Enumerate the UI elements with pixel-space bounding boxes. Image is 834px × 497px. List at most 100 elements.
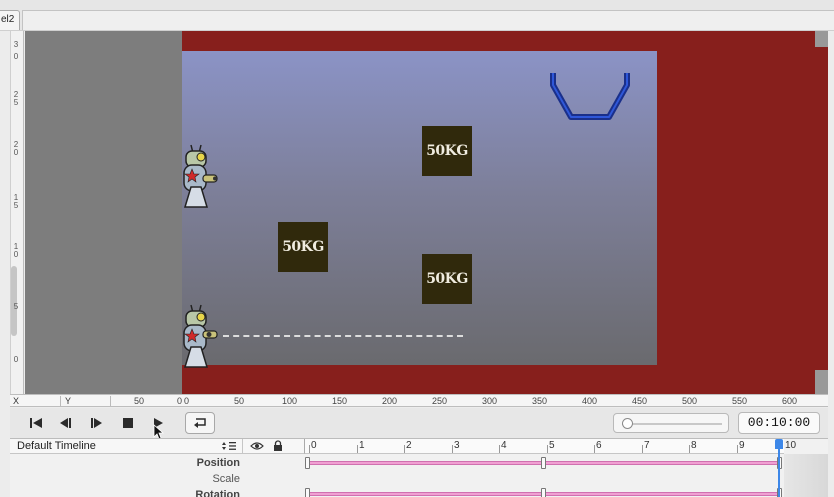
keyframe[interactable] [305,457,310,469]
loop-icon [194,418,206,428]
ruler-label: 3 [13,40,19,49]
document-tab[interactable]: el2 [0,10,20,30]
skip-to-start-icon [30,418,42,428]
app-window: el2 3 0 2 5 2 0 1 5 1 0 5 0 50KG 50KG 50… [0,0,834,497]
timeline-panel: Default Timeline Position Scale Rotation… [10,438,828,497]
timeline-name: Default Timeline [17,440,96,452]
timeline-tick-mark [689,445,690,453]
playhead-handle[interactable] [775,439,783,449]
step-forward-button[interactable] [83,412,109,434]
ruler-label: 0 [184,396,190,406]
step-back-icon [60,418,71,428]
stop-icon [123,418,133,428]
robot-sprite[interactable] [177,303,221,369]
tab-bar-filler [22,10,834,30]
timeline-tick: 1 [359,440,365,451]
laser-beam-path [223,335,463,337]
ruler-label: 0 [13,52,19,61]
timeline-tick-mark [309,445,310,453]
ruler-label: 1 [13,193,19,202]
robot-sprite[interactable] [177,143,221,209]
timeline-tick: 4 [501,440,507,451]
stop-button[interactable] [115,412,141,434]
x-coordinate-label: X [13,396,20,406]
loop-button[interactable] [185,412,215,434]
timeline-ruler[interactable]: 0 1 2 3 4 5 6 7 8 9 10 [304,439,796,454]
timeline-tick: 10 [785,440,797,451]
crate-sprite[interactable]: 50KG [422,126,472,176]
crate-sprite[interactable]: 50KG [422,254,472,304]
scene-canvas[interactable]: 50KG 50KG 50KG [25,31,828,394]
ruler-label: 0 [177,396,183,406]
ruler-label: 100 [282,396,298,406]
divider [60,396,61,406]
position-track[interactable] [304,456,784,470]
ruler-label: 5 [13,201,19,210]
vertical-scroll-thumb[interactable] [11,266,17,336]
ruler-label: 5 [13,302,19,311]
timeline-overflow-area [784,454,828,497]
eye-icon[interactable] [250,441,264,451]
ruler-label: 0 [13,250,19,259]
rotation-track[interactable] [304,487,784,497]
timeline-tick-mark [499,445,500,453]
timeline-tick: 8 [691,440,697,451]
playback-speed-slider[interactable] [613,413,729,433]
timeline-tick: 9 [739,440,745,451]
row-label-scale: Scale [212,473,240,485]
timeline-tick-mark [547,445,548,453]
lock-icon[interactable] [273,440,283,452]
keyframe[interactable] [305,488,310,497]
ruler-label: 50 [134,396,145,406]
basket-sprite[interactable] [549,71,631,121]
timeline-property-rows: Position Scale Rotation [10,454,304,497]
timeline-tick: 0 [311,440,317,451]
crate-sprite[interactable]: 50KG [278,222,328,272]
row-label-rotation: Rotation [195,489,240,497]
keyframe[interactable] [541,457,546,469]
timeline-tick-mark [404,445,405,453]
timeline-tick: 2 [406,440,412,451]
timeline-menu-icon [222,442,236,450]
timeline-tick-mark [642,445,643,453]
vertical-ruler: 3 0 2 5 2 0 1 5 1 0 5 0 [10,31,24,394]
ruler-label: 0 [13,355,19,364]
scroll-top-button[interactable] [815,31,828,47]
y-coordinate-label: Y [65,396,72,406]
slider-track [622,423,722,425]
skip-to-start-button[interactable] [23,412,49,434]
ruler-label: 50 [234,396,245,406]
ruler-label: 300 [482,396,498,406]
timeline-tick: 7 [644,440,650,451]
step-forward-icon [91,418,102,428]
ruler-label: 2 [13,90,19,99]
timeline-tick: 3 [454,440,460,451]
slider-knob[interactable] [622,418,633,429]
playback-controls: 00:10:00 [10,408,828,440]
timeline-tick-mark [357,445,358,453]
ruler-label: 150 [332,396,348,406]
ruler-label: 200 [382,396,398,406]
step-back-button[interactable] [53,412,79,434]
timeline-column-headers [242,439,304,454]
timecode-display[interactable]: 00:10:00 [738,412,820,434]
timeline-selector[interactable]: Default Timeline [10,439,242,454]
timeline-tick-mark [452,445,453,453]
row-label-position: Position [196,457,240,469]
ruler-label: 2 [13,140,19,149]
timeline-tick: 6 [596,440,602,451]
keyframe[interactable] [541,488,546,497]
ruler-label: 5 [13,98,19,107]
tab-bar: el2 [0,0,834,31]
ruler-label: 600 [782,396,798,406]
scroll-bottom-button[interactable] [815,370,828,394]
scene-scrollbar[interactable] [815,31,828,394]
ruler-label: 550 [732,396,748,406]
timeline-tick: 5 [549,440,555,451]
ruler-label: 450 [632,396,648,406]
ruler-label: 500 [682,396,698,406]
horizontal-ruler: X Y 50 0 0 50 100 150 200 250 300 350 40… [10,394,828,407]
divider [110,396,111,406]
ruler-label: 350 [532,396,548,406]
ruler-label: 250 [432,396,448,406]
